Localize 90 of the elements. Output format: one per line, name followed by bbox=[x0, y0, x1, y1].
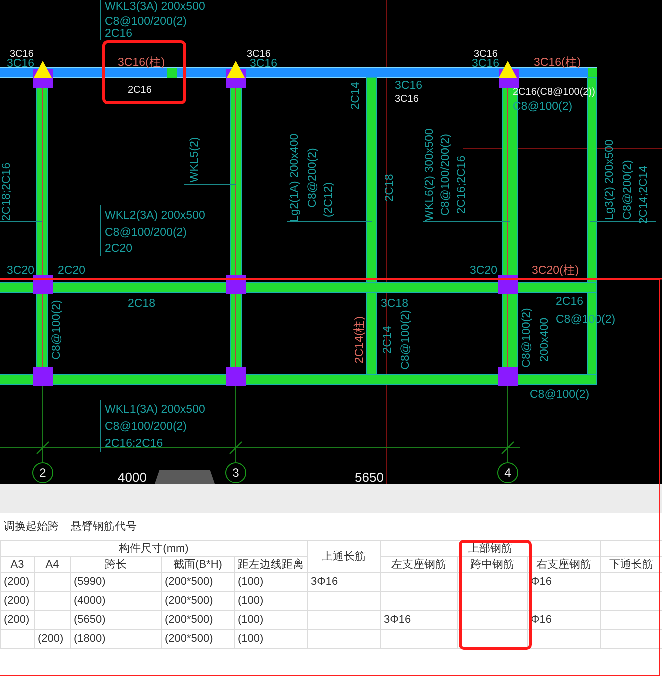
rebar-annotation: 3C16 bbox=[472, 58, 500, 70]
table-header: 上通长筋 bbox=[308, 540, 381, 572]
rebar-annotation: 2C16;2C16 bbox=[105, 438, 164, 450]
rebar-annotation: 3C20 bbox=[470, 265, 498, 277]
axis-marker: 2 bbox=[32, 462, 54, 484]
rebar-annotation: 2C18;2C16 bbox=[1, 162, 13, 222]
rebar-annotation: C8@100/200(2) bbox=[440, 134, 452, 216]
table-cell: (1800) bbox=[74, 633, 106, 645]
rebar-annotation: 200x400 bbox=[539, 318, 551, 362]
rebar-annotation: 3C20 bbox=[7, 265, 34, 277]
leader-line bbox=[100, 400, 102, 452]
table-cell: (200) bbox=[38, 633, 64, 645]
rebar-annotation: 2C18 bbox=[128, 298, 156, 310]
rebar-annotation: 2C14(柱) bbox=[354, 316, 366, 364]
rebar-annotation: WKL2(3A) 200x500 bbox=[105, 210, 206, 222]
rebar-annotation: 2C16;2C16 bbox=[456, 156, 468, 214]
leader-line bbox=[184, 184, 236, 186]
table-cell: (4000) bbox=[74, 595, 106, 607]
rebar-annotation: C8@100(2) bbox=[530, 389, 590, 401]
table-cell: (200*500) bbox=[165, 595, 214, 607]
rebar-annotation: C8@100/200(2) bbox=[105, 227, 187, 239]
table-header: 下通长筋 bbox=[600, 556, 662, 572]
table-cell: (100) bbox=[238, 576, 264, 588]
table-cell: (200*500) bbox=[165, 576, 214, 588]
rebar-annotation: 2C18 bbox=[384, 174, 396, 202]
toolbar-button[interactable]: 悬臂钢筋代号 bbox=[71, 519, 137, 536]
table-group-header: 构件尺寸(mm) bbox=[0, 540, 308, 556]
rebar-annotation: C8@200(2) bbox=[622, 160, 634, 220]
table-cell: (100) bbox=[238, 595, 264, 607]
rebar-annotation: 3C16 bbox=[395, 94, 419, 105]
rebar-annotation: 3C16 bbox=[7, 58, 34, 70]
table-cell: Φ16 bbox=[531, 576, 552, 588]
table-header: 截面(B*H) bbox=[162, 556, 234, 572]
rebar-annotation: 2C20 bbox=[105, 243, 132, 255]
rebar-annotation: 2C14 bbox=[350, 82, 362, 110]
rebar-annotation: WKL5(2) bbox=[189, 137, 201, 183]
table-header: 左支座钢筋 bbox=[380, 556, 458, 572]
rebar-annotation: 2C16 bbox=[105, 28, 132, 40]
collapse-handle[interactable] bbox=[155, 470, 215, 484]
axis-marker: 4 bbox=[498, 462, 518, 484]
rebar-annotation: 2C16 bbox=[556, 296, 584, 308]
table-cell: Φ16 bbox=[531, 614, 552, 626]
rebar-annotation: C8@100(2) bbox=[521, 308, 533, 368]
rebar-annotation: C8@100/200(2) bbox=[105, 16, 187, 28]
table-cell: (200) bbox=[4, 614, 30, 626]
rebar-annotation: 2C16 bbox=[128, 85, 152, 96]
table-cell: (200) bbox=[4, 595, 30, 607]
axis-marker: 3 bbox=[226, 462, 246, 484]
rebar-annotation: 3C16 bbox=[247, 49, 271, 60]
rebar-annotation: 3C16 bbox=[10, 49, 34, 60]
rebar-annotation: (2C12) bbox=[323, 182, 335, 218]
rebar-annotation: 3C16(柱) bbox=[118, 57, 166, 69]
rebar-annotation: Lg2(1A) 200x400 bbox=[289, 134, 301, 222]
table-cell: (5650) bbox=[74, 614, 106, 626]
table-cell: (100) bbox=[238, 633, 264, 645]
table-cell: 3Φ16 bbox=[384, 614, 412, 626]
table-cell: (200*500) bbox=[165, 614, 214, 626]
rebar-annotation: 2C20 bbox=[58, 265, 86, 277]
dimension-text: 5650 bbox=[355, 470, 384, 484]
dimension-text: 4000 bbox=[118, 470, 147, 484]
table-header: A4 bbox=[34, 556, 70, 572]
table-header: A3 bbox=[0, 556, 34, 572]
rebar-annotation: WKL3(3A) 200x500 bbox=[105, 1, 206, 13]
rebar-annotation: Lg3(2) 200x500 bbox=[604, 140, 616, 220]
rebar-annotation: 3C16 bbox=[474, 49, 498, 60]
rebar-annotation: WKL6(2) 300x500 bbox=[424, 128, 436, 222]
table-header: 跨中钢筋 bbox=[458, 556, 528, 572]
rebar-annotation: C8@100(2) bbox=[400, 310, 412, 370]
rebar-annotation: 3C16 bbox=[395, 80, 422, 92]
rebar-annotation: 2C14 bbox=[382, 326, 394, 354]
leader-line bbox=[100, 204, 102, 256]
table-cell: 3Φ16 bbox=[311, 576, 338, 588]
rebar-annotation: C8@100(2) bbox=[51, 300, 63, 360]
rebar-annotation: 2C14;2C14 bbox=[638, 166, 650, 224]
rebar-annotation: 3C16(柱) bbox=[534, 57, 582, 69]
rebar-annotation: C8@100/200(2) bbox=[105, 421, 187, 433]
rebar-annotation: WKL1(3A) 200x500 bbox=[105, 404, 206, 416]
toolbar-button[interactable]: 调换起始跨 bbox=[4, 519, 59, 536]
rebar-annotation: 3C16 bbox=[250, 58, 278, 70]
table-cell: (200*500) bbox=[165, 633, 214, 645]
table-cell: (200) bbox=[4, 576, 30, 588]
table-header: 跨长 bbox=[70, 556, 162, 572]
table-cell: (100) bbox=[238, 614, 264, 626]
rebar-annotation: C8@200(2) bbox=[307, 148, 319, 208]
table-cell: (5990) bbox=[74, 576, 106, 588]
table-header: 距左边线距离 bbox=[234, 556, 308, 572]
table-group-header: 上部钢筋 bbox=[380, 540, 601, 556]
table-header: 右支座钢筋 bbox=[528, 556, 601, 572]
leader-line bbox=[100, 0, 102, 40]
rebar-annotation: 3C20(柱) bbox=[532, 265, 580, 277]
